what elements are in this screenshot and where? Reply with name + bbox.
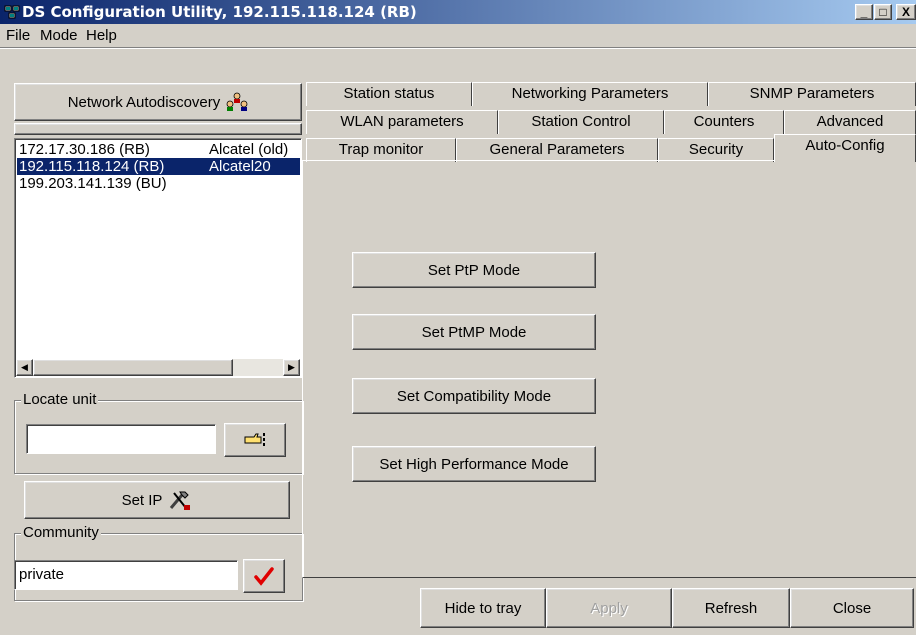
tab-advanced[interactable]: Advanced [784,110,916,134]
tools-icon [170,491,191,510]
menu-file[interactable]: File [6,27,30,44]
minimize-button[interactable]: _ [855,4,873,20]
set-ptmp-mode-button[interactable]: Set PtMP Mode [352,314,596,350]
refresh-button[interactable]: Refresh [672,588,790,628]
splitter-bar[interactable] [14,123,302,135]
scroll-left-button[interactable]: ◀ [16,359,33,376]
locate-unit-legend: Locate unit [21,391,99,408]
locate-unit-input[interactable] [26,424,216,454]
hide-to-tray-button[interactable]: Hide to tray [420,588,546,628]
tab-counters[interactable]: Counters [664,110,784,134]
network-computers-icon [4,5,20,19]
menu-help[interactable]: Help [86,27,117,44]
host-ip: 199.203.141.139 (BU) [19,175,167,192]
host-list[interactable]: 172.17.30.186 (RB) Alcatel (old) 192.115… [14,138,302,378]
network-autodiscovery-button[interactable]: Network Autodiscovery [14,83,302,121]
set-ip-button[interactable]: Set IP [24,481,290,519]
host-model: Alcatel (old) [209,141,289,158]
close-button[interactable]: Close [790,588,914,628]
set-compatibility-mode-button[interactable]: Set Compatibility Mode [352,378,596,414]
horizontal-scrollbar[interactable]: ◀ ▶ [16,359,300,376]
scroll-right-button[interactable]: ▶ [283,359,300,376]
tab-security[interactable]: Security [658,138,774,162]
window-title: DS Configuration Utility, 192.115.118.12… [22,3,417,21]
tab-networking-parameters[interactable]: Networking Parameters [472,82,708,106]
locate-button[interactable] [224,423,286,457]
network-people-icon [226,92,248,111]
tab-auto-config[interactable]: Auto-Config [774,134,916,162]
tab-general-parameters[interactable]: General Parameters [456,138,658,162]
tab-trap-monitor[interactable]: Trap monitor [306,138,456,162]
host-model: Alcatel20 [209,158,271,175]
menu-divider-highlight [0,48,916,49]
tab-station-control[interactable]: Station Control [498,110,664,134]
community-legend: Community [21,524,101,541]
list-item[interactable]: 192.115.118.124 (RB) Alcatel20 [17,158,300,175]
host-ip: 172.17.30.186 (RB) [19,141,150,158]
title-bar[interactable]: DS Configuration Utility, 192.115.118.12… [0,0,916,24]
apply-community-button[interactable] [243,559,285,593]
set-ptp-mode-button[interactable]: Set PtP Mode [352,252,596,288]
network-autodiscovery-label: Network Autodiscovery [67,93,221,111]
apply-button[interactable]: Apply [546,588,672,628]
checkmark-icon [254,567,274,586]
close-window-button[interactable]: X [896,4,916,20]
tab-station-status[interactable]: Station status [306,82,472,106]
scroll-thumb[interactable] [33,359,233,376]
menu-mode[interactable]: Mode [40,27,78,44]
community-input[interactable]: private [14,560,238,590]
list-item[interactable]: 172.17.30.186 (RB) Alcatel (old) [17,141,300,158]
list-item[interactable]: 199.203.141.139 (BU) [17,175,300,192]
auto-config-panel [302,160,916,578]
menu-bar: File Mode Help [0,24,916,46]
set-ip-label: Set IP [121,491,163,509]
tab-wlan-parameters[interactable]: WLAN parameters [306,110,498,134]
pointing-hand-icon [244,433,265,446]
maximize-button[interactable]: □ [874,4,892,20]
tab-snmp-parameters[interactable]: SNMP Parameters [708,82,916,106]
set-high-performance-mode-button[interactable]: Set High Performance Mode [352,446,596,482]
host-ip: 192.115.118.124 (RB) [19,158,165,175]
